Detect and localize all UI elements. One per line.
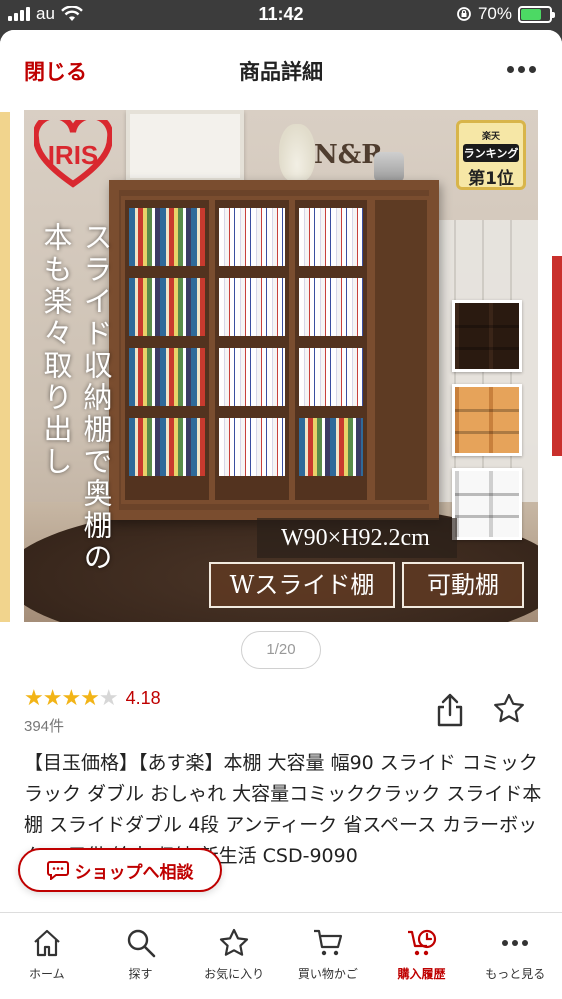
tab-label: 購入履歴 (397, 967, 446, 981)
search-icon (127, 929, 155, 958)
review-count[interactable]: 394件 (24, 715, 64, 736)
shelf-column-middle (211, 196, 293, 504)
rating-stars: ★★★★★ (24, 686, 119, 711)
dimensions-label: W90×H92.2cm (257, 518, 457, 558)
rating-value: 4.18 (125, 688, 161, 708)
rank-bottom: 第1位 (468, 169, 514, 189)
picture-frame (126, 110, 244, 182)
status-right: 70% (456, 4, 555, 24)
share-icon[interactable] (434, 692, 466, 728)
chat-icon (46, 861, 69, 880)
shelf-column-left (121, 196, 213, 504)
ranking-badge: 楽天 ランキング 第1位 (456, 120, 526, 190)
tab-more[interactable]: もっと見る (468, 913, 562, 999)
orientation-lock-icon (457, 7, 471, 21)
product-sheet: 閉じる 商品詳細 N&R IRIS 楽天 ランキング 第1位 スライド収納棚で奥… (0, 30, 562, 999)
iris-logo-icon: IRIS (34, 120, 112, 188)
brand-sign: N&R (314, 140, 383, 170)
tab-search[interactable]: 探す (94, 913, 188, 999)
battery-percent: 70% (477, 4, 512, 23)
feature-tag-adjustable: 可動棚 (402, 562, 524, 608)
rank-top: 楽天 (481, 132, 500, 142)
vase (279, 124, 315, 182)
tab-favorites[interactable]: お気に入り (187, 913, 281, 999)
shelf-empty-bay (371, 196, 431, 504)
promo-vertical-text: スライド収納棚で奥棚の本も楽々取り出し (39, 222, 113, 574)
image-pager: 1/20 (241, 631, 321, 669)
more-options-icon[interactable] (507, 66, 536, 73)
next-image-peek[interactable] (552, 256, 562, 456)
star-icon (220, 928, 249, 956)
battery-icon (518, 5, 555, 23)
home-icon (34, 929, 60, 957)
tab-label: もっと見る (485, 967, 546, 981)
bookshelf (109, 180, 439, 520)
tab-label: 買い物かご (297, 967, 358, 981)
page-title: 商品詳細 (239, 60, 323, 84)
color-sample-white (452, 468, 522, 540)
feature-tag-wslide: Wスライド棚 (209, 562, 395, 608)
tab-cart[interactable]: 買い物かご (281, 913, 375, 999)
more-dots-icon (502, 940, 529, 946)
tin-can (374, 152, 404, 182)
color-sample-light-brown (452, 384, 522, 456)
nav-bar: 閉じる 商品詳細 (0, 30, 562, 108)
prev-image-peek[interactable] (0, 112, 10, 622)
svg-text:IRIS: IRIS (48, 140, 99, 170)
shelf-column-right (291, 196, 371, 504)
cart-icon (313, 929, 342, 956)
tab-purchase-history[interactable]: 購入履歴 (375, 913, 469, 999)
shop-consult-button[interactable]: ショップへ相談 (18, 848, 222, 892)
rank-mid: ランキング (463, 144, 519, 162)
purchase-history-icon (407, 929, 436, 956)
tab-label: 探す (128, 967, 153, 981)
product-image[interactable]: N&R IRIS 楽天 ランキング 第1位 スライド収納棚で奥棚の本も楽々取り出… (24, 110, 538, 622)
status-bar: au 11:42 70% (0, 0, 562, 30)
favorite-star-icon[interactable] (492, 692, 526, 726)
color-sample-dark-brown (452, 300, 522, 372)
tab-label: ホーム (29, 967, 65, 981)
shop-consult-label: ショップへ相談 (74, 862, 194, 883)
tab-bar: ホーム 探す お気に入り 買い物かご 購入履歴 もっと見る (0, 912, 562, 999)
tab-home[interactable]: ホーム (0, 913, 94, 999)
tab-label: お気に入り (204, 967, 265, 981)
rating[interactable]: ★★★★★ 4.18 (24, 686, 161, 711)
